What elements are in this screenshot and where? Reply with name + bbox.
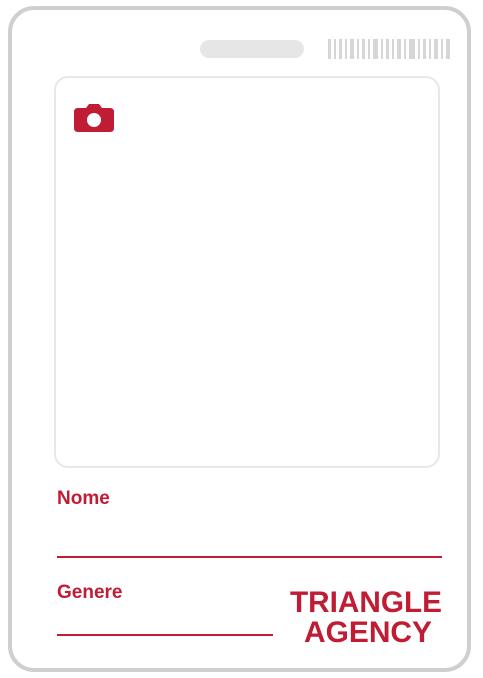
barcode-icon — [328, 39, 450, 59]
genre-field[interactable] — [57, 634, 273, 636]
logo-line-2: AGENCY — [304, 616, 432, 644]
name-field[interactable] — [57, 556, 442, 558]
name-label: Nome — [57, 488, 110, 509]
photo-upload-area[interactable] — [54, 76, 440, 468]
genre-label: Genere — [57, 582, 123, 603]
triangle-agency-logo: TRIANGLE AGENCY — [290, 586, 442, 644]
logo-line-1: TRIANGLE — [290, 586, 442, 619]
id-card: Nome Genere TRIANGLE AGENCY — [8, 6, 471, 672]
camera-icon[interactable] — [74, 104, 114, 132]
lanyard-slot — [200, 40, 304, 58]
